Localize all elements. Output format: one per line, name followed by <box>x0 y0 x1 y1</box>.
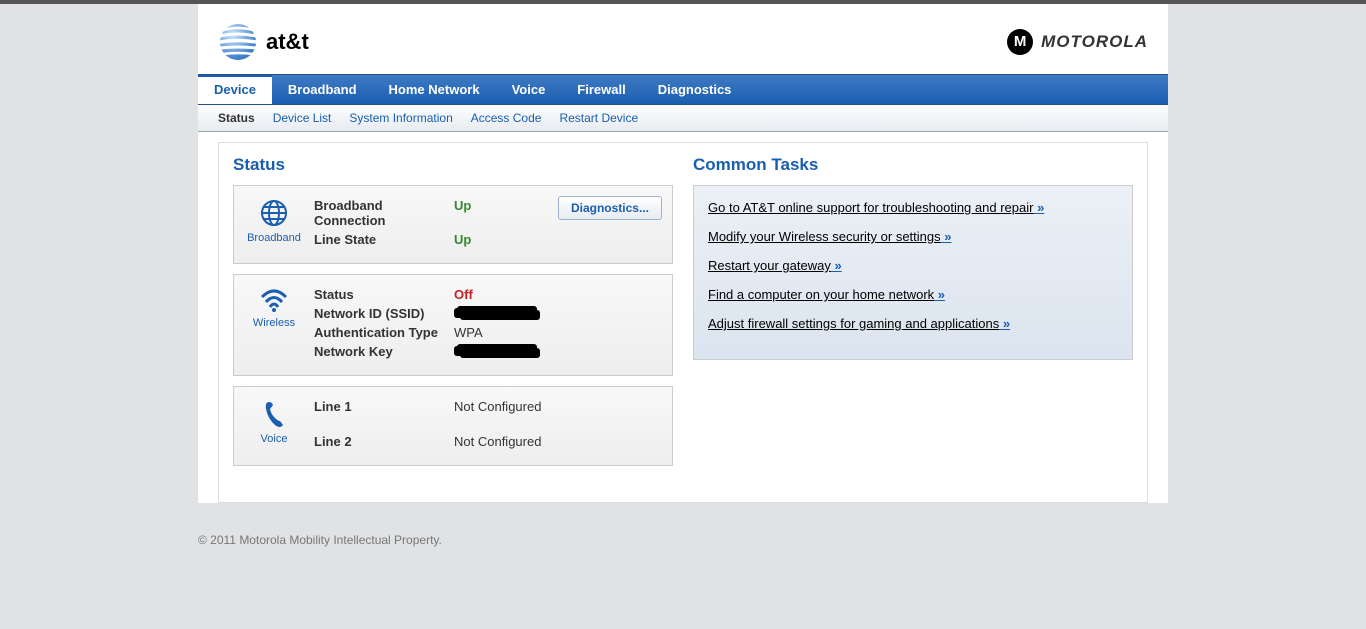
lbl-auth-type: Authentication Type <box>314 325 454 340</box>
task-firewall-settings-text: Adjust firewall settings for gaming and … <box>708 316 999 331</box>
arrow-icon: » <box>944 229 951 244</box>
tasks-panel: Go to AT&T online support for troublesho… <box>693 185 1133 360</box>
att-globe-icon <box>218 22 258 62</box>
nav-firewall[interactable]: Firewall <box>561 75 641 104</box>
val-ssid <box>454 306 534 321</box>
panel-broadband: Diagnostics... Broadband Broadband Conne… <box>233 185 673 264</box>
lbl-line1: Line 1 <box>314 399 454 414</box>
footer-copyright: © 2011 Motorola Mobility Intellectual Pr… <box>198 533 1168 577</box>
motorola-logo: M MOTOROLA <box>1007 29 1148 55</box>
val-line2: Not Configured <box>454 434 541 449</box>
row-line2: Line 2 Not Configured <box>314 434 662 449</box>
status-column: Status Diagnostics... Broadband Broad <box>233 155 673 476</box>
lbl-line2: Line 2 <box>314 434 454 449</box>
nav-primary: Device Broadband Home Network Voice Fire… <box>198 74 1168 105</box>
row-ssid: Network ID (SSID) <box>314 306 662 321</box>
task-find-computer-text: Find a computer on your home network <box>708 287 934 302</box>
arrow-icon: » <box>1037 200 1044 215</box>
redacted-key <box>454 346 534 356</box>
panel-wireless: Wireless Status Off Network ID (SSID) Au… <box>233 274 673 376</box>
row-wireless-status: Status Off <box>314 287 662 302</box>
arrow-icon: » <box>834 258 841 273</box>
wireless-icon-block: Wireless <box>244 287 304 363</box>
wireless-icon-label: Wireless <box>253 317 295 329</box>
diagnostics-button[interactable]: Diagnostics... <box>558 196 662 220</box>
broadband-icon-label: Broadband <box>247 232 301 244</box>
att-text: at&t <box>266 29 309 55</box>
task-att-support-text: Go to AT&T online support for troublesho… <box>708 200 1033 215</box>
header: at&t M MOTOROLA <box>198 4 1168 74</box>
task-wireless-settings-text: Modify your Wireless security or setting… <box>708 229 941 244</box>
lbl-network-key: Network Key <box>314 344 454 359</box>
globe-icon <box>259 198 289 228</box>
content: Status Diagnostics... Broadband Broad <box>218 142 1148 503</box>
phone-icon <box>261 399 287 429</box>
task-restart-gateway[interactable]: Restart your gateway » <box>708 258 1118 273</box>
row-network-key: Network Key <box>314 344 662 359</box>
val-broadband-connection: Up <box>454 198 471 228</box>
wireless-body: Status Off Network ID (SSID) Authenticat… <box>314 287 662 363</box>
lbl-ssid: Network ID (SSID) <box>314 306 454 321</box>
motorola-m-icon: M <box>1007 29 1033 55</box>
val-line1: Not Configured <box>454 399 541 414</box>
task-restart-gateway-text: Restart your gateway <box>708 258 831 273</box>
subnav-restart-device[interactable]: Restart Device <box>559 111 638 125</box>
att-logo: at&t <box>218 22 309 62</box>
voice-body: Line 1 Not Configured Line 2 Not Configu… <box>314 399 662 453</box>
nav-device[interactable]: Device <box>198 75 272 104</box>
wifi-icon <box>259 287 289 313</box>
arrow-icon: » <box>938 287 945 302</box>
nav-voice[interactable]: Voice <box>496 75 562 104</box>
row-auth-type: Authentication Type WPA <box>314 325 662 340</box>
lbl-wireless-status: Status <box>314 287 454 302</box>
task-att-support[interactable]: Go to AT&T online support for troublesho… <box>708 200 1118 215</box>
arrow-icon: » <box>1003 316 1010 331</box>
nav-diagnostics[interactable]: Diagnostics <box>642 75 748 104</box>
voice-icon-label: Voice <box>261 433 288 445</box>
subnav-status[interactable]: Status <box>218 111 255 125</box>
panel-voice: Voice Line 1 Not Configured Line 2 Not C… <box>233 386 673 466</box>
status-title: Status <box>233 155 673 175</box>
page-container: at&t M MOTOROLA Device Broadband Home Ne… <box>198 4 1168 503</box>
nav-home-network[interactable]: Home Network <box>373 75 496 104</box>
lbl-broadband-connection: Broadband Connection <box>314 198 454 228</box>
subnav-device-list[interactable]: Device List <box>273 111 332 125</box>
motorola-text: MOTOROLA <box>1041 32 1148 52</box>
val-wireless-status: Off <box>454 287 473 302</box>
task-find-computer[interactable]: Find a computer on your home network » <box>708 287 1118 302</box>
row-line1: Line 1 Not Configured <box>314 399 662 414</box>
subnav-system-information[interactable]: System Information <box>349 111 452 125</box>
tasks-column: Common Tasks Go to AT&T online support f… <box>693 155 1133 476</box>
task-wireless-settings[interactable]: Modify your Wireless security or setting… <box>708 229 1118 244</box>
val-line-state: Up <box>454 232 471 247</box>
val-auth-type: WPA <box>454 325 483 340</box>
nav-broadband[interactable]: Broadband <box>272 75 373 104</box>
subnav-access-code[interactable]: Access Code <box>471 111 542 125</box>
val-network-key <box>454 344 534 359</box>
redacted-ssid <box>454 308 534 318</box>
broadband-icon-block: Broadband <box>244 198 304 251</box>
task-firewall-settings[interactable]: Adjust firewall settings for gaming and … <box>708 316 1118 331</box>
row-line-state: Line State Up <box>314 232 662 247</box>
tasks-title: Common Tasks <box>693 155 1133 175</box>
lbl-line-state: Line State <box>314 232 454 247</box>
nav-secondary: Status Device List System Information Ac… <box>198 105 1168 132</box>
voice-icon-block: Voice <box>244 399 304 453</box>
